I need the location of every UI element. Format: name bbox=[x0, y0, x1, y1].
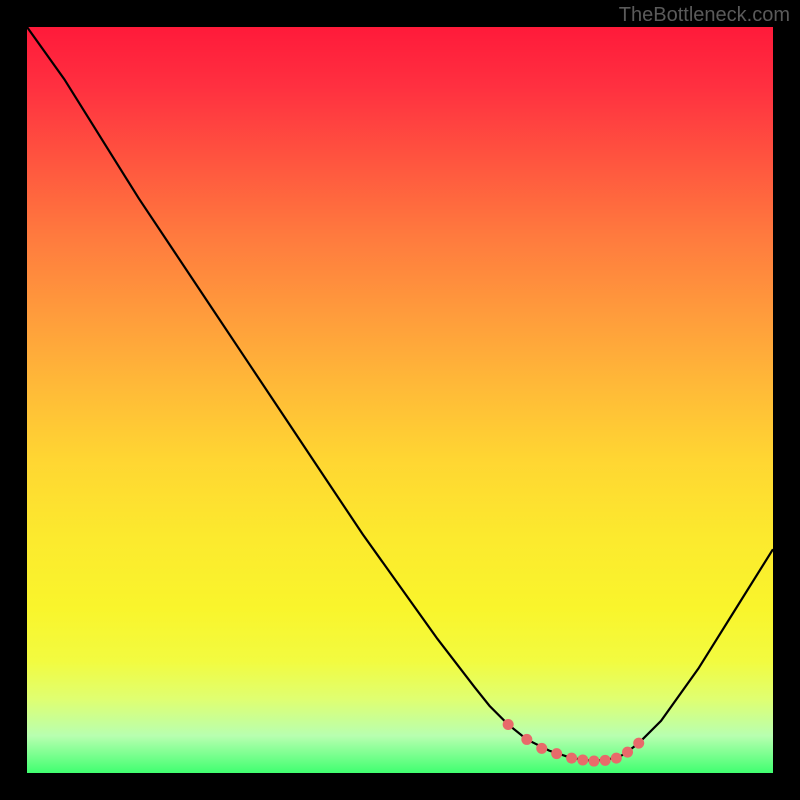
attribution-text: TheBottleneck.com bbox=[619, 4, 790, 27]
curve-markers bbox=[503, 719, 645, 767]
curve-marker bbox=[611, 753, 622, 764]
curve-marker bbox=[588, 756, 599, 767]
bottleneck-curve-line bbox=[27, 27, 773, 761]
curve-marker bbox=[577, 754, 588, 765]
curve-marker bbox=[633, 738, 644, 749]
bottleneck-curve-svg bbox=[27, 27, 773, 773]
chart-plot-area bbox=[27, 27, 773, 773]
curve-marker bbox=[622, 747, 633, 758]
curve-marker bbox=[536, 743, 547, 754]
curve-marker bbox=[521, 734, 532, 745]
curve-marker bbox=[566, 753, 577, 764]
curve-marker bbox=[503, 719, 514, 730]
curve-marker bbox=[600, 755, 611, 766]
curve-marker bbox=[551, 748, 562, 759]
